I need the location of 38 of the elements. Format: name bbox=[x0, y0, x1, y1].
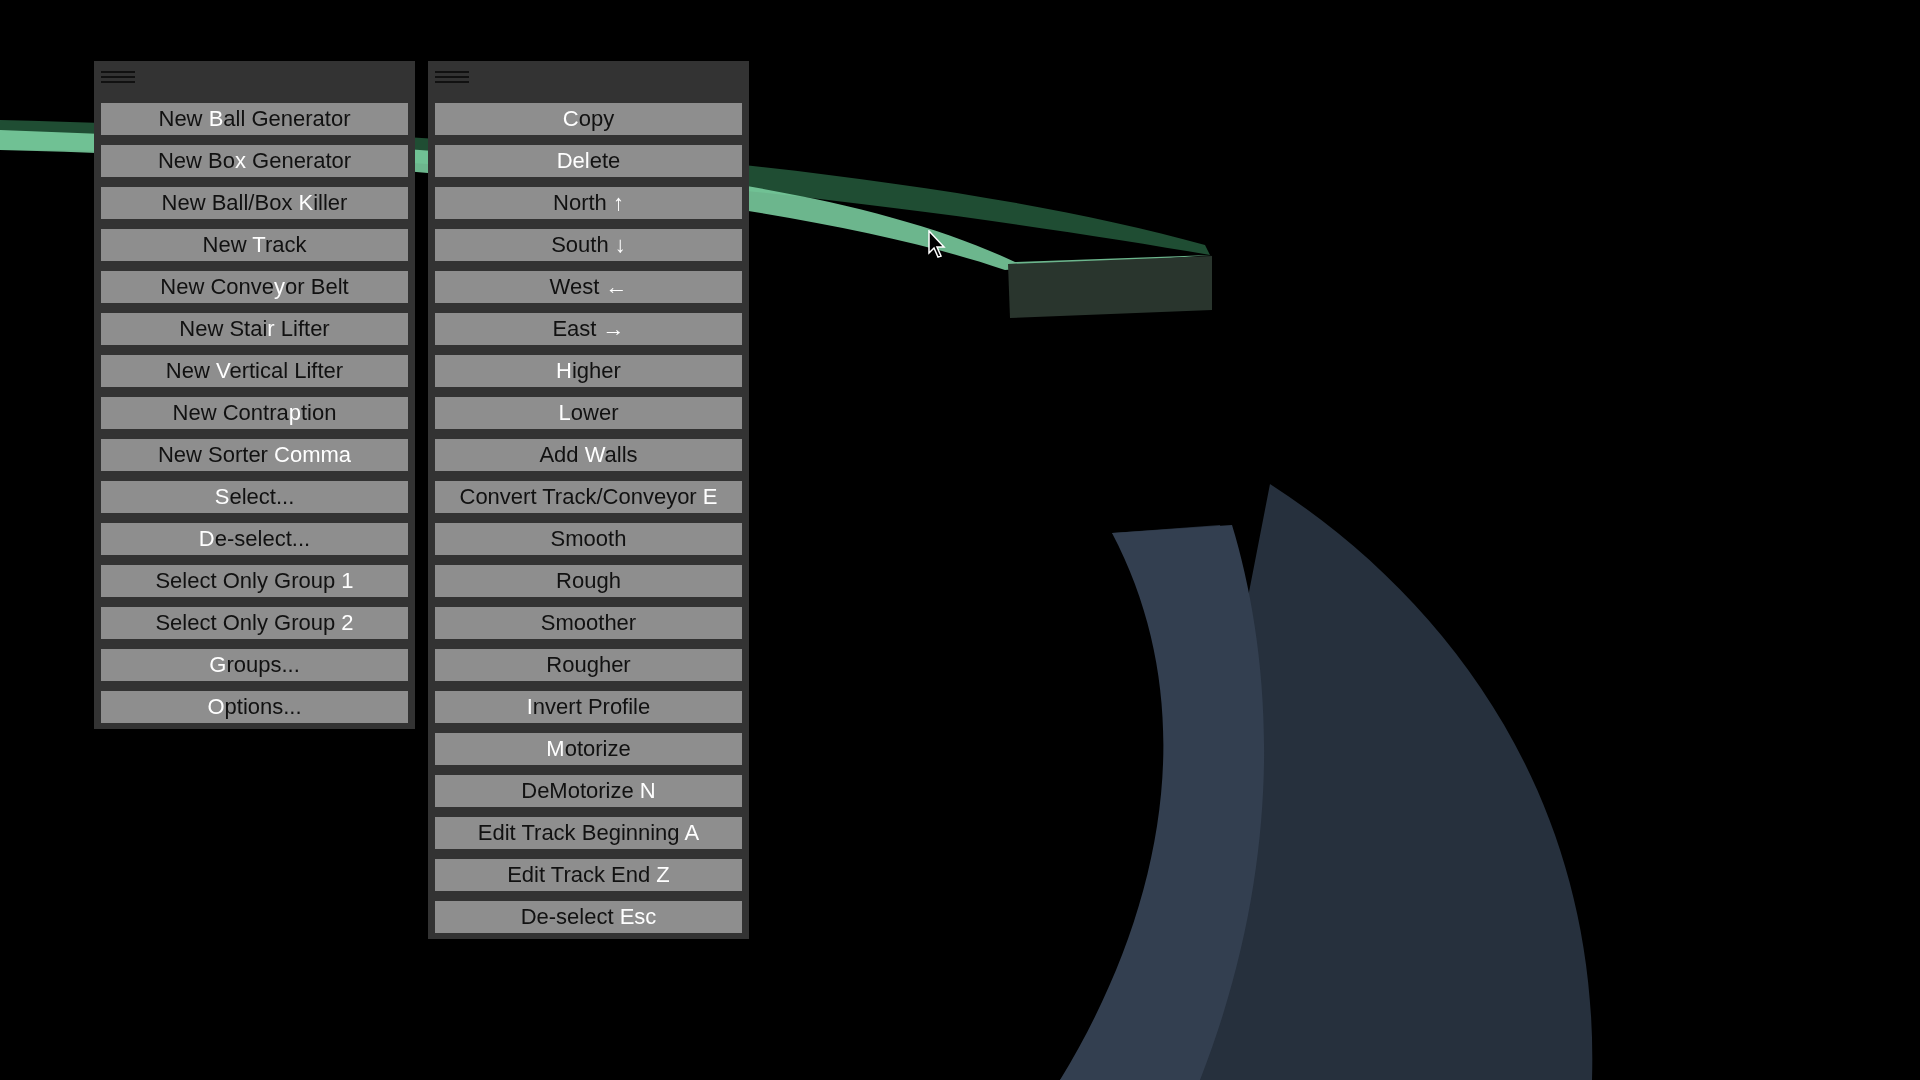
menu-button[interactable]: Smooth bbox=[435, 523, 742, 555]
menu-button[interactable]: Motorize bbox=[435, 733, 742, 765]
menu-button[interactable]: New Track bbox=[101, 229, 408, 261]
menu-button[interactable]: Edit Track Beginning A bbox=[435, 817, 742, 849]
menu-button[interactable]: De-select Esc bbox=[435, 901, 742, 933]
menu-icon[interactable] bbox=[435, 70, 469, 84]
menu-button[interactable]: DeMotorize N bbox=[435, 775, 742, 807]
menu-button[interactable]: Higher bbox=[435, 355, 742, 387]
menu-button[interactable]: Rough bbox=[435, 565, 742, 597]
menu-button[interactable]: New Stair Lifter bbox=[101, 313, 408, 345]
menu-button[interactable]: New Conveyor Belt bbox=[101, 271, 408, 303]
menu-button[interactable]: East → bbox=[435, 313, 742, 345]
menu-button[interactable]: Invert Profile bbox=[435, 691, 742, 723]
menu-button[interactable]: North ↑ bbox=[435, 187, 742, 219]
menu-button[interactable]: New Ball Generator bbox=[101, 103, 408, 135]
menu-button[interactable]: Select... bbox=[101, 481, 408, 513]
menu-button[interactable]: De-select... bbox=[101, 523, 408, 555]
menu-button[interactable]: Lower bbox=[435, 397, 742, 429]
menu-button[interactable]: New Box Generator bbox=[101, 145, 408, 177]
menu-button[interactable]: Add Walls bbox=[435, 439, 742, 471]
menu-button[interactable]: Rougher bbox=[435, 649, 742, 681]
menu-button[interactable]: New Ball/Box Killer bbox=[101, 187, 408, 219]
menu-button[interactable]: Groups... bbox=[101, 649, 408, 681]
menu-button[interactable]: Delete bbox=[435, 145, 742, 177]
menu-button[interactable]: Copy bbox=[435, 103, 742, 135]
menu-button[interactable]: New Contraption bbox=[101, 397, 408, 429]
menu-button[interactable]: New Sorter Comma bbox=[101, 439, 408, 471]
menu-button[interactable]: Options... bbox=[101, 691, 408, 723]
cursor-icon bbox=[928, 230, 948, 260]
menu-icon[interactable] bbox=[101, 70, 135, 84]
menu-button[interactable]: West ← bbox=[435, 271, 742, 303]
menu-button[interactable]: Edit Track End Z bbox=[435, 859, 742, 891]
menu-button[interactable]: Smoother bbox=[435, 607, 742, 639]
menu-button[interactable]: Select Only Group 2 bbox=[101, 607, 408, 639]
menu-button[interactable]: Select Only Group 1 bbox=[101, 565, 408, 597]
menu-button[interactable]: South ↓ bbox=[435, 229, 742, 261]
menu-button[interactable]: New Vertical Lifter bbox=[101, 355, 408, 387]
menu-button[interactable]: Convert Track/Conveyor E bbox=[435, 481, 742, 513]
